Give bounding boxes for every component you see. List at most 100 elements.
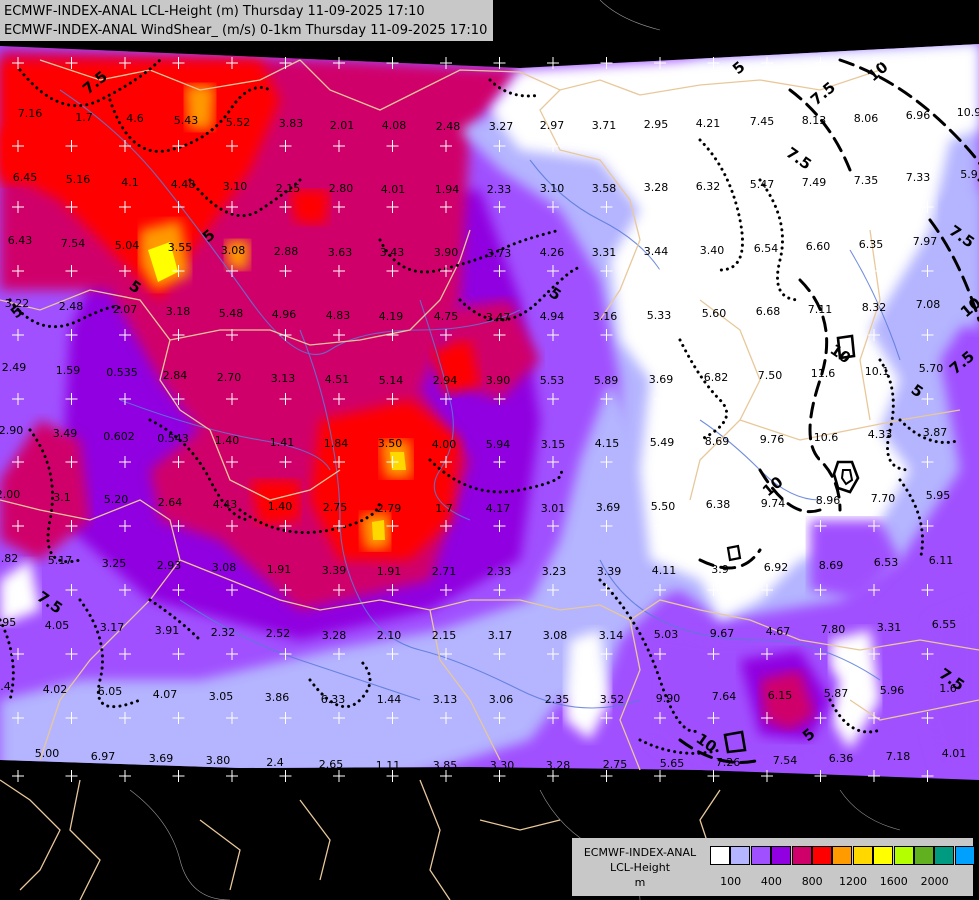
station-value: 11.6 [811,367,836,380]
station-value: 3.18 [166,305,191,318]
station-value: 8.13 [802,114,827,127]
legend-tick-label: 400 [760,875,782,888]
station-value: 3.58 [592,182,617,195]
station-value: 6.54 [754,242,779,255]
station-value: 4.02 [43,683,68,696]
station-value: 7.49 [802,176,827,189]
station-value: 4.07 [153,688,178,701]
station-value: 2.80 [329,182,354,195]
station-value: 6.36 [829,752,854,765]
legend-swatch [934,846,955,865]
station-value: 10.1 [865,365,890,378]
station-value: 7.11 [808,303,833,316]
station-value: 5.94 [486,438,511,451]
station-value: 2.88 [274,245,299,258]
station-value: 3.13 [433,693,458,706]
station-value: 5.96 [880,684,905,697]
station-value: 6.45 [13,171,38,184]
station-value: 6.15 [768,689,793,702]
legend-swatch [750,846,771,865]
legend-swatch [893,846,914,865]
station-value: 5.04 [115,239,140,252]
station-value: 3.87 [923,426,948,439]
station-value: 2.49 [2,361,27,374]
map-header: ECMWF-INDEX-ANAL LCL-Height (m) Thursday… [0,0,494,41]
station-value: 4.75 [434,310,459,323]
station-value: 3.55 [168,241,193,254]
station-value: 2.33 [487,183,512,196]
station-value: 1.7 [435,502,453,515]
station-value: 4.48 [171,178,196,191]
station-value: 3.25 [102,557,127,570]
station-value: 5.16 [66,173,91,186]
station-value: 5.95 [926,489,951,502]
station-value: 3.50 [378,437,403,450]
station-value: 8.69 [819,559,844,572]
station-value: 5.89 [594,374,619,387]
station-value: 2.95 [644,118,669,131]
station-value: 2.75 [603,758,628,771]
station-value: 3.69 [149,752,174,765]
legend-tick-label: 1600 [879,875,908,888]
station-value: 5.60 [702,307,727,320]
station-value: 1.11 [376,759,401,772]
station-value: 6.11 [929,554,954,567]
station-value: 4.21 [696,117,721,130]
legend-swatch [812,846,832,865]
header-line-2: ECMWF-INDEX-ANAL WindShear_ (m/s) 0-1km … [4,23,488,38]
station-value: 1.82 [0,552,18,565]
station-value: 4.26 [540,246,565,259]
station-value: 9.76 [760,433,785,446]
station-value: 3.31 [877,621,902,634]
station-value: 3.17 [488,629,513,642]
station-value: 7.54 [773,754,798,767]
station-value: 4.00 [432,438,457,451]
station-value: 1.41 [270,436,295,449]
station-value: 1.94 [435,183,460,196]
legend-swatch [710,846,730,865]
station-value: 5.33 [647,309,672,322]
station-value: 6.97 [91,750,116,763]
station-value: 4.43 [213,498,238,511]
station-value: 3.01 [541,502,566,515]
station-value: 10.6 [814,431,839,444]
station-value: 3.40 [700,244,725,257]
station-value: 6.35 [859,238,884,251]
station-value: 4.19 [379,310,404,323]
legend-tick-label: 800 [801,875,823,888]
station-value: 2.48 [436,120,461,133]
station-value: 3.17 [100,621,125,634]
station-value: 5.48 [219,307,244,320]
station-value: 3.15 [541,438,566,451]
station-value: 6.55 [932,618,957,631]
station-value: 3.27 [489,120,514,133]
station-value: 7.50 [758,369,783,382]
legend-tick-label: 100 [720,875,742,888]
station-value: 6.96 [906,109,931,122]
station-value: 2.07 [113,303,138,316]
station-value: 10.9 [957,106,979,119]
station-value: 7.16 [18,107,43,120]
station-value: 2.93 [157,559,182,572]
station-value: 4.01 [942,747,967,760]
station-value: 4.01 [381,183,406,196]
station-value: 3.22 [5,297,30,310]
station-value: 5.17 [48,554,73,567]
station-value: 0.602 [103,430,135,443]
station-value: 3.63 [328,246,353,259]
station-value: 3.39 [322,564,347,577]
station-value: 6.53 [874,556,899,569]
station-value: 1.91 [267,563,292,576]
station-value: 7.26 [716,756,741,769]
station-value: 4.83 [326,309,351,322]
station-value: 5.52 [226,116,251,129]
station-value: 5.50 [651,500,676,513]
station-value: 2.33 [487,565,512,578]
station-value: 7.54 [61,237,86,250]
station-value: 3.83 [279,117,304,130]
station-value: 6.68 [756,305,781,318]
station-value: 3.06 [489,693,514,706]
station-value: 3.43 [380,246,405,259]
station-value: 0.543 [157,432,189,445]
station-value: 4.67 [766,625,791,638]
